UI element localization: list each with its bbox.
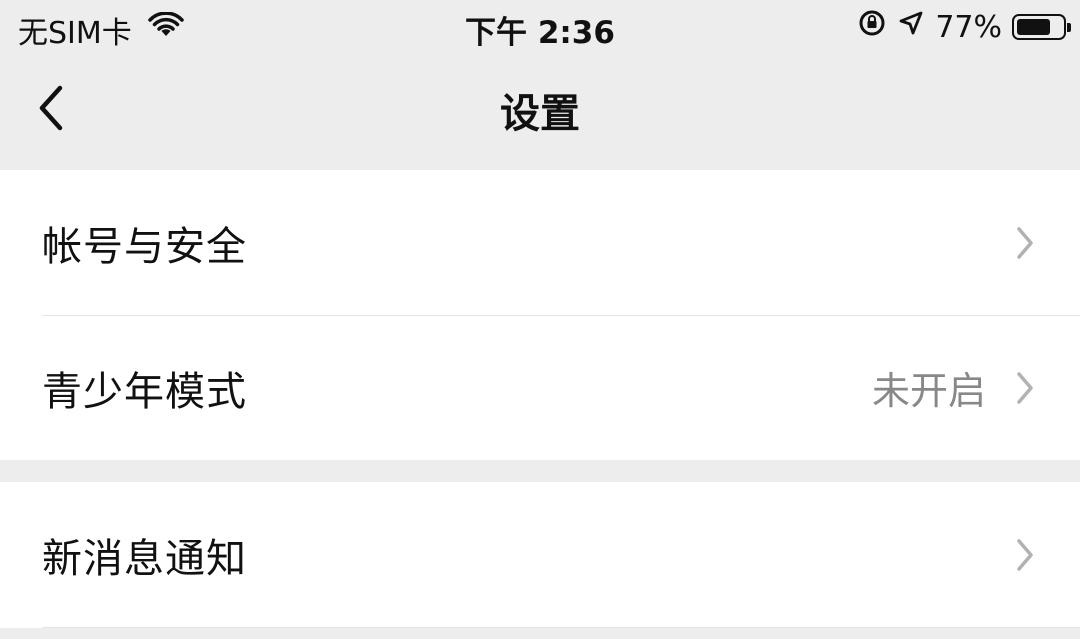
settings-group-notifications: 新消息通知: [0, 482, 1080, 628]
orientation-lock-icon: [857, 8, 887, 46]
settings-item-account-security[interactable]: 帐号与安全: [0, 170, 1080, 315]
settings-item-label: 青少年模式: [42, 368, 247, 415]
settings-item-teen-mode[interactable]: 青少年模式 未开启: [0, 315, 1080, 460]
settings-item-label: 帐号与安全: [42, 223, 247, 270]
settings-item-label: 新消息通知: [42, 535, 247, 582]
location-arrow-icon: [897, 9, 925, 45]
battery-icon: [1012, 14, 1071, 40]
navigation-bar: 设置: [0, 56, 1080, 170]
status-right: 77%: [857, 8, 1071, 46]
status-bar: 无SIM卡 下午 2:36 77%: [0, 0, 1080, 56]
battery-percent: 77%: [935, 9, 1002, 45]
teen-mode-status: 未开启: [871, 369, 986, 413]
chevron-right-icon: [1017, 371, 1033, 404]
settings-item-new-message-notifications[interactable]: 新消息通知: [0, 482, 1080, 627]
row-divider: [42, 627, 1080, 628]
settings-group-account: 帐号与安全 青少年模式 未开启: [0, 170, 1080, 460]
page-title: 设置: [500, 91, 580, 137]
chevron-right-icon: [1017, 226, 1033, 259]
battery-fill: [1017, 19, 1050, 35]
chevron-right-icon: [1017, 538, 1033, 571]
group-separator: [0, 460, 1080, 482]
